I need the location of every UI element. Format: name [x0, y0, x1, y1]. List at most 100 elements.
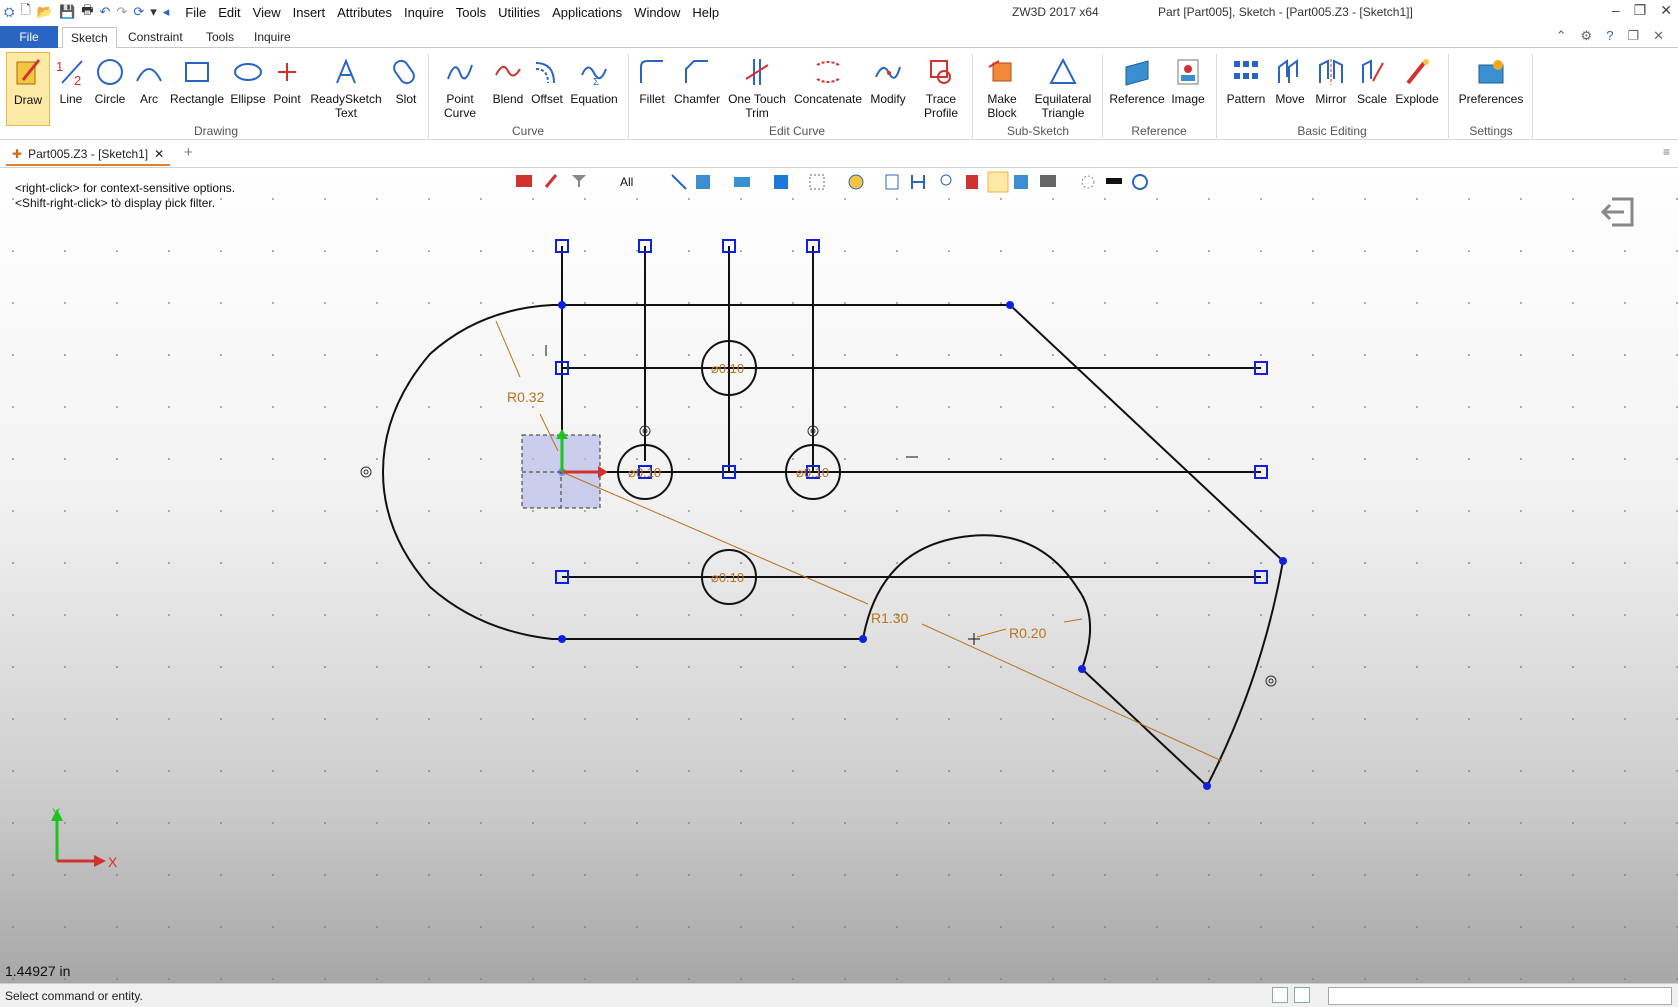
arc-button[interactable]: Arc: [132, 52, 166, 126]
radius-dimension-r032[interactable]: R0.32: [507, 389, 545, 405]
endpoint-markers[interactable]: [555, 239, 1268, 584]
tab-sketch[interactable]: Sketch: [62, 27, 117, 49]
diameter-dimension-3[interactable]: ⌀0.10: [796, 465, 829, 480]
document-tab[interactable]: ✚ Part005.Z3 - [Sketch1] ✕: [6, 144, 171, 166]
readysketch-text-button[interactable]: ReadySketch Text: [308, 52, 384, 126]
fillet-button[interactable]: Fillet: [634, 52, 670, 126]
section-icon[interactable]: [885, 174, 899, 190]
sketch-point[interactable]: [1279, 557, 1287, 565]
construction-lines[interactable]: [561, 246, 1261, 578]
view-cube-icon[interactable]: [696, 175, 710, 189]
smart-pick-icon[interactable]: [987, 171, 1009, 193]
view-layout-icon[interactable]: [774, 175, 788, 189]
menu-insert[interactable]: Insert: [287, 5, 332, 20]
make-block-button[interactable]: Make Block: [978, 52, 1026, 126]
line-style-icon[interactable]: [1106, 178, 1122, 184]
tab-inquire[interactable]: Inquire: [246, 27, 299, 48]
slot-button[interactable]: Slot: [388, 52, 424, 126]
menu-tools[interactable]: Tools: [450, 5, 492, 20]
tab-list-icon[interactable]: ≡: [1663, 145, 1670, 159]
sketch-points[interactable]: [558, 301, 1287, 790]
settings-gear-icon[interactable]: ⚙: [1581, 28, 1593, 44]
chamfer-button[interactable]: Chamfer: [672, 52, 722, 126]
diameter-dimension-2[interactable]: ⌀0.10: [628, 465, 661, 480]
menu-file[interactable]: File: [179, 5, 212, 20]
equation-button[interactable]: Σ Equation: [568, 52, 620, 126]
quick-access-dropdown-icon[interactable]: ▾: [150, 4, 157, 20]
trace-profile-button[interactable]: Trace Profile: [912, 52, 970, 126]
preferences-button[interactable]: Preferences: [1456, 52, 1526, 126]
point-button[interactable]: Point: [270, 52, 304, 126]
restore-icon[interactable]: ❐: [1634, 2, 1647, 19]
new-tab-icon[interactable]: +: [184, 144, 193, 161]
filter-icon[interactable]: [572, 175, 586, 187]
sketch-point[interactable]: [558, 635, 566, 643]
restore-doc-icon[interactable]: ❐: [1627, 28, 1639, 44]
graphics-viewport[interactable]: All R0.32 R1.30 R0.20 ⌀0.10 ⌀0.10 ⌀0.10 …: [0, 169, 1678, 983]
scale-button[interactable]: Scale: [1354, 52, 1390, 126]
list-icon[interactable]: [1294, 987, 1310, 1003]
minimize-icon[interactable]: –: [1612, 2, 1620, 19]
orbit-icon[interactable]: [1081, 175, 1095, 189]
input-mode-icon[interactable]: [1272, 987, 1288, 1003]
menu-applications[interactable]: Applications: [546, 5, 628, 20]
save-icon[interactable]: 💾: [59, 4, 75, 20]
diameter-dimension-1[interactable]: ⌀0.10: [711, 361, 744, 376]
sketch-point[interactable]: [1078, 665, 1086, 673]
redo-icon[interactable]: ↷: [116, 4, 127, 20]
blend-button[interactable]: Blend: [488, 52, 528, 126]
menu-inquire[interactable]: Inquire: [398, 5, 450, 20]
line-button[interactable]: 12 Line: [54, 52, 88, 126]
app-logo-icon[interactable]: ⛭: [4, 4, 14, 20]
menu-window[interactable]: Window: [628, 5, 686, 20]
diameter-dimension-4[interactable]: ⌀0.10: [711, 570, 744, 585]
tab-tools[interactable]: Tools: [198, 27, 242, 48]
close-tab-icon[interactable]: ✕: [154, 147, 164, 161]
sketch-point[interactable]: [558, 301, 566, 309]
tab-file[interactable]: File: [0, 26, 58, 48]
menu-edit[interactable]: Edit: [212, 5, 246, 20]
origin-highlight[interactable]: [521, 429, 608, 509]
rectangle-button[interactable]: Rectangle: [168, 52, 226, 126]
equilateral-triangle-button[interactable]: Equilateral Triangle: [1028, 52, 1098, 126]
menu-utilities[interactable]: Utilities: [492, 5, 546, 20]
image-button[interactable]: Image: [1168, 52, 1208, 126]
display-filter-icon[interactable]: [1014, 175, 1028, 189]
radius-dimension-r020[interactable]: R0.20: [1009, 625, 1047, 641]
menu-view[interactable]: View: [247, 5, 287, 20]
color-icon[interactable]: [966, 175, 978, 189]
minimize-ribbon-icon[interactable]: ⌃: [1556, 28, 1567, 44]
point-curve-button[interactable]: Point Curve: [434, 52, 486, 126]
move-button[interactable]: Move: [1272, 52, 1308, 126]
filter-value[interactable]: All: [620, 175, 633, 189]
exit-sketch-icon[interactable]: [516, 175, 532, 187]
modify-button[interactable]: Modify: [866, 52, 910, 126]
new-file-icon[interactable]: 🗋: [20, 1, 30, 23]
pattern-button[interactable]: Pattern: [1222, 52, 1270, 126]
mirror-button[interactable]: Mirror: [1310, 52, 1352, 126]
sketch-point[interactable]: [859, 635, 867, 643]
radius-dimension-r130[interactable]: R1.30: [871, 610, 909, 626]
sketch-point[interactable]: [1203, 782, 1211, 790]
light-icon[interactable]: [848, 174, 864, 190]
menu-help[interactable]: Help: [686, 5, 725, 20]
constraint-display-icon[interactable]: [940, 174, 952, 186]
draw-button[interactable]: Draw: [6, 52, 50, 126]
menu-attributes[interactable]: Attributes: [331, 5, 398, 20]
concatenate-button[interactable]: Concatenate: [792, 52, 864, 126]
display-mode-icon[interactable]: [1040, 175, 1056, 187]
grid-toggle-icon[interactable]: [809, 174, 825, 190]
exit-sketch-big-icon[interactable]: [1600, 197, 1634, 227]
one-touch-trim-button[interactable]: One Touch Trim: [726, 52, 788, 126]
ellipse-button[interactable]: Ellipse: [228, 52, 268, 126]
regen-icon[interactable]: ⟳: [133, 4, 144, 20]
sketch-profile[interactable]: [381, 304, 1284, 787]
tab-constraint[interactable]: Constraint: [120, 27, 191, 48]
eraser-icon[interactable]: [544, 174, 558, 188]
reference-button[interactable]: Reference: [1108, 52, 1166, 126]
offset-button[interactable]: Offset: [528, 52, 566, 126]
close-doc-icon[interactable]: ✕: [1653, 28, 1664, 44]
rotate-view-icon[interactable]: [1132, 174, 1148, 190]
print-icon[interactable]: 🖶: [81, 1, 93, 23]
circle-button[interactable]: Circle: [92, 52, 128, 126]
